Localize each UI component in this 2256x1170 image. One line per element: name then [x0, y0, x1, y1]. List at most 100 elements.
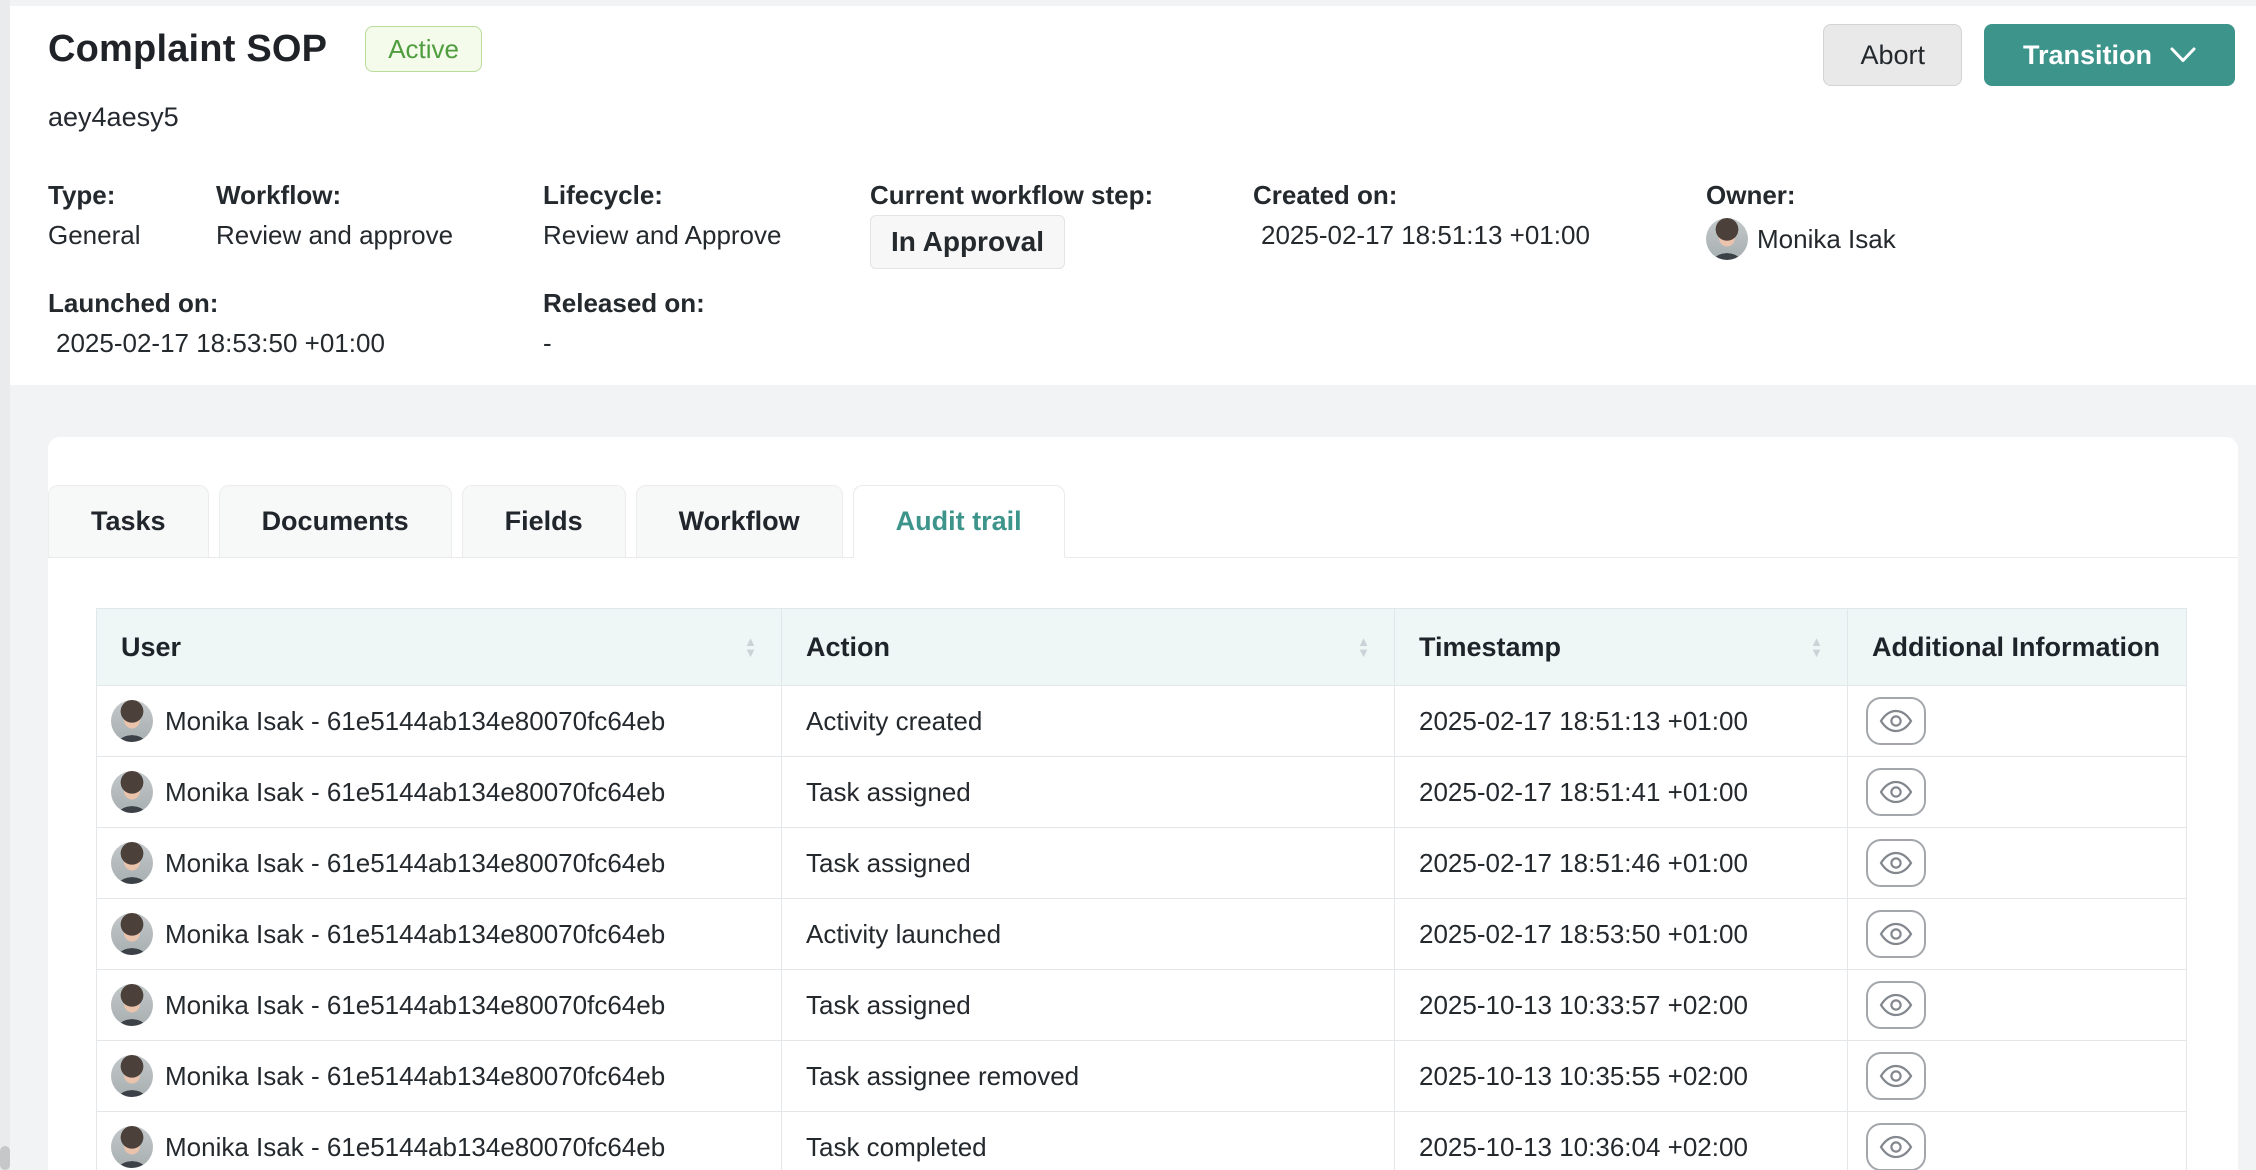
table-row: Monika Isak - 61e5144ab134e80070fc64eb Ac…: [97, 899, 2187, 970]
screen: Complaint SOP Active Abort Transition ae…: [0, 0, 2256, 1170]
table-row: Monika Isak - 61e5144ab134e80070fc64ebAc…: [97, 686, 2187, 757]
view-details-button[interactable]: [1866, 1123, 1926, 1170]
header: Complaint SOP Active Abort Transition ae…: [10, 6, 2256, 385]
meta-current-step: Current workflow step: In Approval: [870, 179, 1253, 269]
meta-type-label: Type:: [48, 179, 216, 211]
meta-owner: Owner: Monika Isak: [1706, 179, 2256, 269]
action-cell: Task assignee removed: [782, 1041, 1395, 1112]
column-header-user[interactable]: User ▲▼: [97, 609, 782, 686]
meta-current-step-label: Current workflow step:: [870, 179, 1253, 211]
table-row: Monika Isak - 61e5144ab134e80070fc64eb Ta…: [97, 1041, 2187, 1112]
eye-icon: [1879, 1064, 1913, 1088]
transition-label: Transition: [2023, 40, 2152, 71]
timestamp-cell: 2025-10-13 10:33:57 +02:00: [1395, 970, 1848, 1041]
additional-info-cell: [1848, 1041, 2187, 1112]
audit-trail-table: User▲▼Action▲▼Timestamp▲▼Additional Info…: [96, 608, 2187, 1170]
user-name: Monika Isak - 61e5144ab134e80070fc64eb: [165, 1132, 665, 1163]
column-label: Additional Information: [1872, 632, 2160, 663]
sort-icon[interactable]: ▲▼: [744, 636, 757, 658]
user-avatar: [111, 1055, 153, 1097]
meta-workflow: Workflow: Review and approve: [216, 179, 543, 269]
eye-icon: [1879, 993, 1913, 1017]
action-cell: Task assigned: [782, 970, 1395, 1041]
view-details-button[interactable]: [1866, 697, 1926, 745]
user-name: Monika Isak - 61e5144ab134e80070fc64eb: [165, 1061, 665, 1092]
table-row: Monika Isak - 61e5144ab134e80070fc64ebTa…: [97, 757, 2187, 828]
meta-lifecycle-value: Review and Approve: [543, 218, 870, 252]
table-row: Monika Isak - 61e5144ab134e80070fc64eb Ta…: [97, 1112, 2187, 1170]
user-name: Monika Isak - 61e5144ab134e80070fc64eb: [165, 990, 665, 1021]
meta-owner-label: Owner:: [1706, 179, 2256, 211]
user-avatar: [111, 1126, 153, 1168]
tab-documents[interactable]: Documents: [219, 485, 452, 557]
status-badge: Active: [365, 26, 482, 72]
action-cell: Activity launched: [782, 899, 1395, 970]
user-avatar: [111, 842, 153, 884]
meta-launched-on-value: 2025-02-17 18:53:50 +01:00: [48, 326, 543, 360]
meta-launched-on: Launched on: 2025-02-17 18:53:50 +01:00: [48, 287, 543, 360]
table-row: Monika Isak - 61e5144ab134e80070fc64eb Ta…: [97, 970, 2187, 1041]
meta-released-on-value: -: [543, 326, 870, 360]
abort-button[interactable]: Abort: [1823, 24, 1962, 86]
view-details-button[interactable]: [1866, 839, 1926, 887]
additional-info-cell: [1848, 970, 2187, 1041]
table-body: Monika Isak - 61e5144ab134e80070fc64eb Ac…: [97, 686, 2187, 1170]
meta-type: Type: General: [48, 179, 216, 269]
meta-workflow-value: Review and approve: [216, 218, 543, 252]
user-name: Monika Isak - 61e5144ab134e80070fc64eb: [165, 706, 665, 737]
timestamp-cell: 2025-10-13 10:35:55 +02:00: [1395, 1041, 1848, 1112]
meta-created-on-label: Created on:: [1253, 179, 1706, 211]
user-cell: Monika Isak - 61e5144ab134e80070fc64eb: [97, 1112, 782, 1170]
timestamp-cell: 2025-02-17 18:51:46 +01:00: [1395, 828, 1848, 899]
column-header-timestamp[interactable]: Timestamp▲▼: [1395, 609, 1848, 686]
meta-created-on: Created on: 2025-02-17 18:51:13 +01:00: [1253, 179, 1706, 269]
scrollbar-thumb[interactable]: [0, 1146, 10, 1170]
additional-info-cell: [1848, 686, 2187, 757]
user-name: Monika Isak - 61e5144ab134e80070fc64eb: [165, 848, 665, 879]
transition-button[interactable]: Transition: [1984, 24, 2235, 86]
user-avatar: [1706, 218, 1748, 260]
view-details-button[interactable]: [1866, 981, 1926, 1029]
column-header-additional-information: Additional Information: [1848, 609, 2187, 686]
meta-launched-on-label: Launched on:: [48, 287, 543, 319]
tab-tasks[interactable]: Tasks: [48, 485, 209, 557]
timestamp-cell: 2025-10-13 10:36:04 +02:00: [1395, 1112, 1848, 1170]
user-name: Monika Isak - 61e5144ab134e80070fc64eb: [165, 919, 665, 950]
tab-workflow[interactable]: Workflow: [636, 485, 843, 557]
user-name: Monika Isak - 61e5144ab134e80070fc64eb: [165, 777, 665, 808]
table-row: Monika Isak - 61e5144ab134e80070fc64ebTa…: [97, 828, 2187, 899]
column-label: User: [121, 632, 181, 663]
view-details-button[interactable]: [1866, 768, 1926, 816]
audit-trail-panel: User▲▼Action▲▼Timestamp▲▼Additional Info…: [96, 608, 2187, 1170]
user-avatar: [111, 771, 153, 813]
column-label: Action: [806, 632, 890, 663]
user-cell: Monika Isak - 61e5144ab134e80070fc64eb: [97, 686, 782, 757]
meta-owner-value: Monika Isak: [1706, 218, 2256, 260]
meta-workflow-label: Workflow:: [216, 179, 543, 211]
additional-info-cell: [1848, 1112, 2187, 1170]
action-cell: Task completed: [782, 1112, 1395, 1170]
current-step-badge: In Approval: [870, 215, 1065, 269]
meta-created-on-value: 2025-02-17 18:51:13 +01:00: [1253, 218, 1706, 252]
metadata: Type: General Workflow: Review and appro…: [48, 179, 2256, 360]
tab-audit-trail[interactable]: Audit trail: [853, 485, 1065, 558]
eye-icon: [1879, 851, 1913, 875]
column-header-action[interactable]: Action ▲▼: [782, 609, 1395, 686]
sort-icon[interactable]: ▲▼: [1810, 636, 1823, 658]
timestamp-cell: 2025-02-17 18:51:41 +01:00: [1395, 757, 1848, 828]
meta-released-on: Released on: -: [543, 287, 870, 360]
eye-icon: [1879, 1135, 1913, 1159]
view-details-button[interactable]: [1866, 1052, 1926, 1100]
page-title: Complaint SOP: [48, 28, 327, 71]
additional-info-cell: [1848, 899, 2187, 970]
user-cell: Monika Isak - 61e5144ab134e80070fc64eb: [97, 970, 782, 1041]
user-avatar: [111, 700, 153, 742]
user-cell: Monika Isak - 61e5144ab134e80070fc64eb: [97, 757, 782, 828]
user-cell: Monika Isak - 61e5144ab134e80070fc64eb: [97, 1041, 782, 1112]
sort-icon[interactable]: ▲▼: [1357, 636, 1370, 658]
view-details-button[interactable]: [1866, 910, 1926, 958]
meta-lifecycle: Lifecycle: Review and Approve: [543, 179, 870, 269]
tab-bar: TasksDocumentsFieldsWorkflowAudit trail: [48, 485, 2238, 558]
tab-fields[interactable]: Fields: [462, 485, 626, 557]
owner-name: Monika Isak: [1757, 222, 1896, 256]
